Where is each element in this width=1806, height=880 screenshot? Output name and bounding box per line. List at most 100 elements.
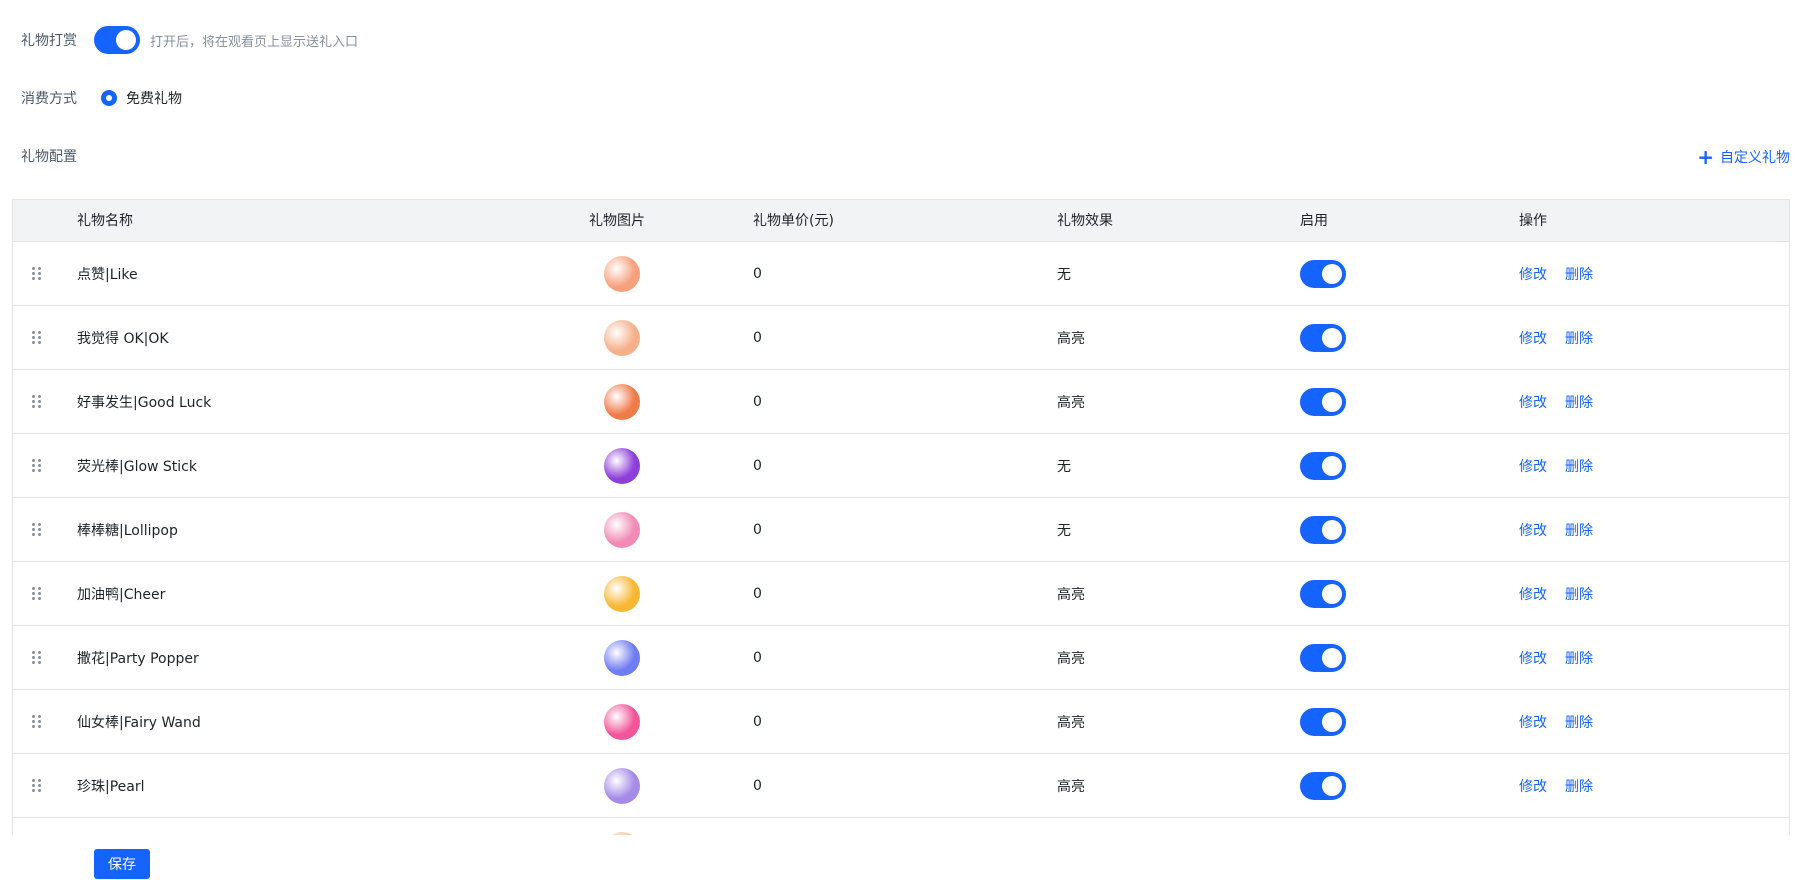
gift-ops-cell: 修改 删除 (1519, 434, 1611, 497)
drag-handle-icon[interactable] (32, 522, 42, 537)
drag-handle-icon[interactable] (32, 458, 42, 473)
gift-name: 我觉得 OK|OK (77, 330, 169, 347)
delete-link[interactable]: 删除 (1565, 776, 1593, 796)
gift-effect: 无 (1057, 522, 1071, 539)
edit-link[interactable]: 修改 (1519, 264, 1547, 284)
edit-link[interactable]: 修改 (1519, 328, 1547, 348)
delete-link[interactable]: 删除 (1565, 328, 1593, 348)
drag-handle-icon[interactable] (32, 650, 42, 665)
gift-image-cell (599, 818, 645, 835)
gift-image-cell (599, 498, 645, 561)
gift-enable-cell (1300, 306, 1346, 369)
ok-hand-icon (604, 319, 640, 356)
custom-gift-button[interactable]: + 自定义礼物 (1697, 146, 1790, 168)
drag-handle-cell (32, 306, 42, 369)
gift-price: 0 (753, 777, 762, 794)
table-body: 点赞|Like 0 无 修改 删除 我觉得 OK|OK 0 高亮 修改 删除 好… (13, 242, 1789, 835)
gift-enable-cell (1300, 818, 1346, 835)
drag-handle-icon[interactable] (32, 394, 42, 409)
gift-enable-switch[interactable] (1300, 643, 1346, 672)
table-row: 修改 删除 (13, 818, 1789, 835)
drag-handle-cell (32, 242, 42, 305)
gift-price: 0 (753, 329, 762, 346)
gift-effect: 无 (1057, 266, 1071, 283)
drag-handle-cell (32, 818, 42, 835)
gift-name: 好事发生|Good Luck (77, 394, 212, 411)
gift-enable-switch[interactable] (1300, 451, 1346, 480)
table-row: 仙女棒|Fairy Wand 0 高亮 修改 删除 (13, 690, 1789, 754)
gift-ops-cell: 修改 删除 (1519, 690, 1611, 753)
gift-enable-switch[interactable] (1300, 579, 1346, 608)
gift-ops-cell: 修改 删除 (1519, 818, 1611, 835)
drag-handle-cell (32, 754, 42, 817)
gift-enable-switch[interactable] (1300, 515, 1346, 544)
gift-tipping-hint: 打开后，将在观看页上显示送礼入口 (150, 34, 359, 50)
gift-enable-switch[interactable] (1300, 707, 1346, 736)
table-row: 撒花|Party Popper 0 高亮 修改 删除 (13, 626, 1789, 690)
drag-handle-icon[interactable] (32, 266, 42, 281)
edit-link[interactable]: 修改 (1519, 776, 1547, 796)
gift-price: 0 (753, 393, 762, 410)
lollipop-icon (604, 511, 640, 548)
delete-link[interactable]: 删除 (1565, 456, 1593, 476)
consumption-label: 消费方式 (21, 91, 77, 107)
gift-config-label: 礼物配置 (21, 149, 77, 165)
gift-enable-switch[interactable] (1300, 323, 1346, 352)
drag-handle-cell (32, 370, 42, 433)
free-gift-radio-label[interactable]: 免费礼物 (126, 88, 182, 108)
gift-image-cell (599, 242, 645, 305)
edit-link[interactable]: 修改 (1519, 712, 1547, 732)
delete-link[interactable]: 删除 (1565, 392, 1593, 412)
header-image: 礼物图片 (589, 213, 645, 229)
pearl-shell-icon (604, 767, 640, 804)
drag-handle-cell (32, 498, 42, 561)
edit-link[interactable]: 修改 (1519, 456, 1547, 476)
delete-link[interactable]: 删除 (1565, 712, 1593, 732)
gift-image-cell (599, 626, 645, 689)
drag-handle-icon[interactable] (32, 778, 42, 793)
drag-handle-icon[interactable] (32, 714, 42, 729)
gift-ops-cell: 修改 删除 (1519, 562, 1611, 625)
gift-enable-switch[interactable] (1300, 387, 1346, 416)
drag-handle-icon[interactable] (32, 330, 42, 345)
gift-tipping-switch[interactable] (94, 26, 140, 54)
save-button[interactable]: 保存 (94, 849, 150, 879)
edit-link[interactable]: 修改 (1519, 648, 1547, 668)
gift-name: 加油鸭|Cheer (77, 586, 166, 603)
table-row: 棒棒糖|Lollipop 0 无 修改 删除 (13, 498, 1789, 562)
gift-price: 0 (753, 521, 762, 538)
gift-image-cell (599, 306, 645, 369)
delete-link[interactable]: 删除 (1565, 520, 1593, 540)
gift-table: 礼物名称 礼物图片 礼物单价(元) 礼物效果 启用 操作 点赞|Like 0 无… (12, 199, 1790, 835)
delete-link[interactable]: 删除 (1565, 584, 1593, 604)
table-row: 我觉得 OK|OK 0 高亮 修改 删除 (13, 306, 1789, 370)
free-gift-radio[interactable] (101, 90, 117, 106)
edit-link[interactable]: 修改 (1519, 584, 1547, 604)
table-row: 点赞|Like 0 无 修改 删除 (13, 242, 1789, 306)
gift-image-cell (599, 370, 645, 433)
gift-effect: 高亮 (1057, 586, 1085, 603)
delete-link[interactable]: 删除 (1565, 648, 1593, 668)
gift-enable-cell (1300, 370, 1346, 433)
gift-enable-cell (1300, 690, 1346, 753)
header-name: 礼物名称 (77, 213, 133, 229)
delete-link[interactable]: 删除 (1565, 264, 1593, 284)
gift-ops-cell: 修改 删除 (1519, 626, 1611, 689)
drag-handle-icon[interactable] (32, 586, 42, 601)
drag-handle-cell (32, 626, 42, 689)
gift-icon (604, 831, 640, 835)
gift-enable-switch[interactable] (1300, 771, 1346, 800)
header-ops: 操作 (1519, 213, 1547, 229)
gift-name: 珍珠|Pearl (77, 778, 145, 795)
gift-enable-cell (1300, 562, 1346, 625)
gift-enable-cell (1300, 498, 1346, 561)
plus-icon: + (1697, 145, 1714, 169)
drag-handle-cell (32, 434, 42, 497)
gift-name: 点赞|Like (77, 266, 138, 283)
gift-enable-switch[interactable] (1300, 259, 1346, 288)
edit-link[interactable]: 修改 (1519, 520, 1547, 540)
gift-ops-cell: 修改 删除 (1519, 498, 1611, 561)
gift-effect: 高亮 (1057, 778, 1085, 795)
edit-link[interactable]: 修改 (1519, 392, 1547, 412)
gift-name: 荧光棒|Glow Stick (77, 458, 197, 475)
